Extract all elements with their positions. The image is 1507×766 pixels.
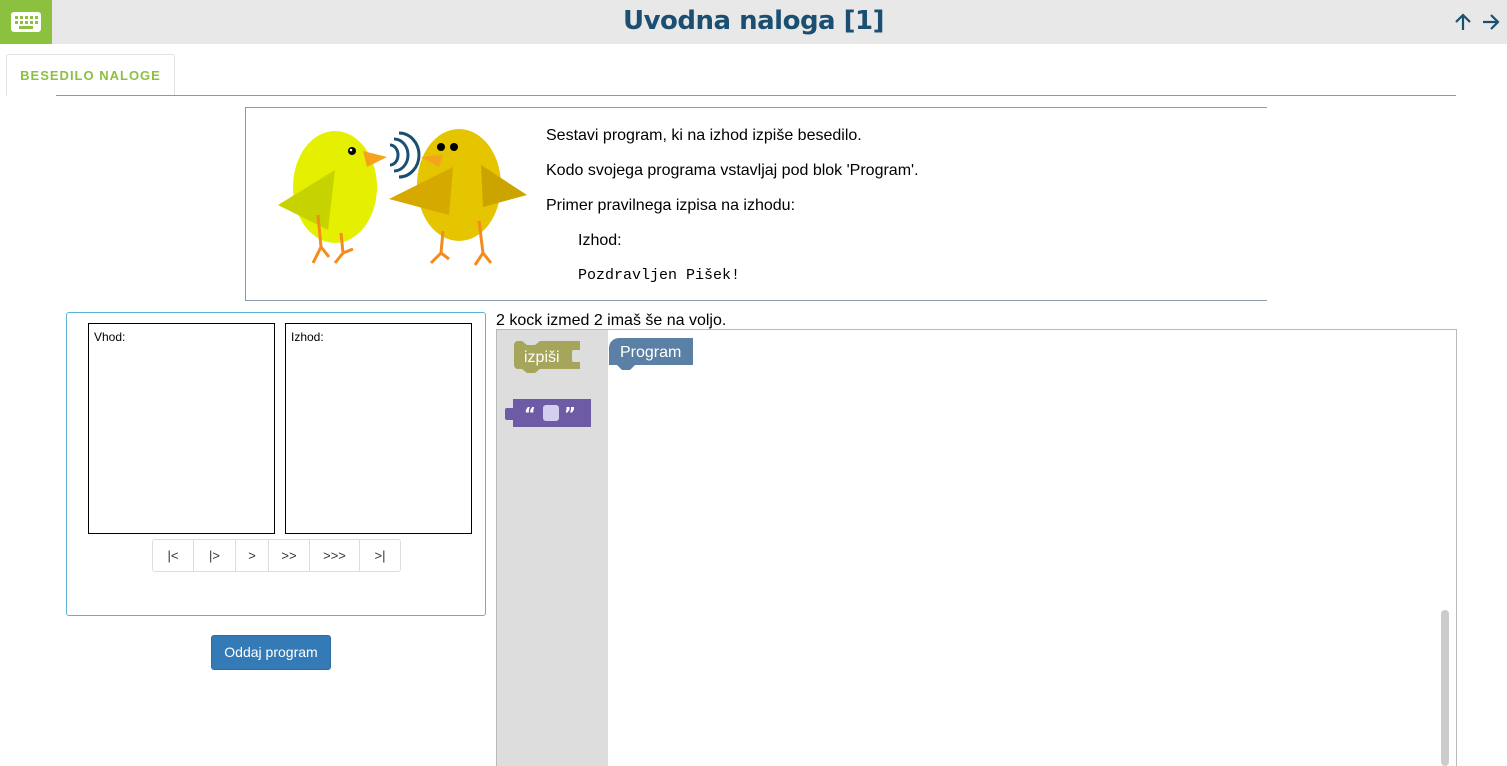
print-block[interactable]: izpiši [514, 341, 584, 373]
svg-text:”: ” [564, 404, 576, 425]
step-forward-button[interactable]: > [235, 540, 268, 571]
page-title: Uvodna naloga [1] [622, 6, 885, 36]
step-fast-button[interactable]: >> [268, 540, 309, 571]
input-label: Vhod: [94, 330, 126, 344]
step-start-button[interactable]: |> [193, 540, 235, 571]
nav-up-button[interactable] [1452, 11, 1474, 33]
step-first-button[interactable]: |< [153, 540, 193, 571]
example-output-label: Izhod: [578, 232, 622, 249]
program-block[interactable]: Program [609, 338, 695, 380]
print-block-label: izpiši [524, 349, 560, 366]
tab-divider [56, 95, 1456, 96]
execution-stepper: |< |> > >> >>> >| [152, 539, 401, 572]
text-block[interactable]: “ ” [505, 399, 593, 429]
task-text: Sestavi program, ki na izhod izpiše bese… [546, 126, 919, 301]
task-description-panel: Sestavi program, ki na izhod izpiše bese… [245, 107, 1267, 301]
block-count-text: 2 kock izmed 2 imaš še na voljo. [496, 312, 727, 329]
blockly-workspace[interactable]: izpiši “ ” Program [496, 329, 1457, 766]
header-bar: Uvodna naloga [1] [0, 0, 1507, 44]
blockly-toolbox: izpiši “ ” [497, 330, 608, 766]
workspace-scrollbar[interactable] [1441, 610, 1449, 766]
tab-task-text[interactable]: BESEDILO NALOGE [6, 54, 175, 96]
step-last-button[interactable]: >| [359, 540, 400, 571]
arrow-up-icon [1455, 13, 1471, 30]
output-box: Izhod: [285, 323, 472, 534]
io-panel: Vhod: Izhod: |< |> > >> >>> >| [66, 312, 486, 616]
output-label: Izhod: [291, 330, 324, 344]
submit-program-button[interactable]: Oddaj program [211, 635, 331, 670]
program-block-label: Program [620, 344, 681, 361]
task-line: Sestavi program, ki na izhod izpiše bese… [546, 127, 862, 144]
task-line: Primer pravilnega izpisa na izhodu: [546, 197, 796, 214]
example-output-text: Pozdravljen Pišek! [578, 267, 741, 284]
tab-label: BESEDILO NALOGE [20, 68, 161, 83]
task-line: Kodo svojega programa vstavljaj pod blok… [546, 162, 919, 179]
input-box[interactable]: Vhod: [88, 323, 275, 534]
step-faster-button[interactable]: >>> [309, 540, 359, 571]
svg-text:“: “ [524, 404, 536, 425]
arrow-right-icon [1483, 14, 1500, 30]
chicks-illustration [278, 129, 527, 266]
nav-next-button[interactable] [1480, 11, 1502, 33]
